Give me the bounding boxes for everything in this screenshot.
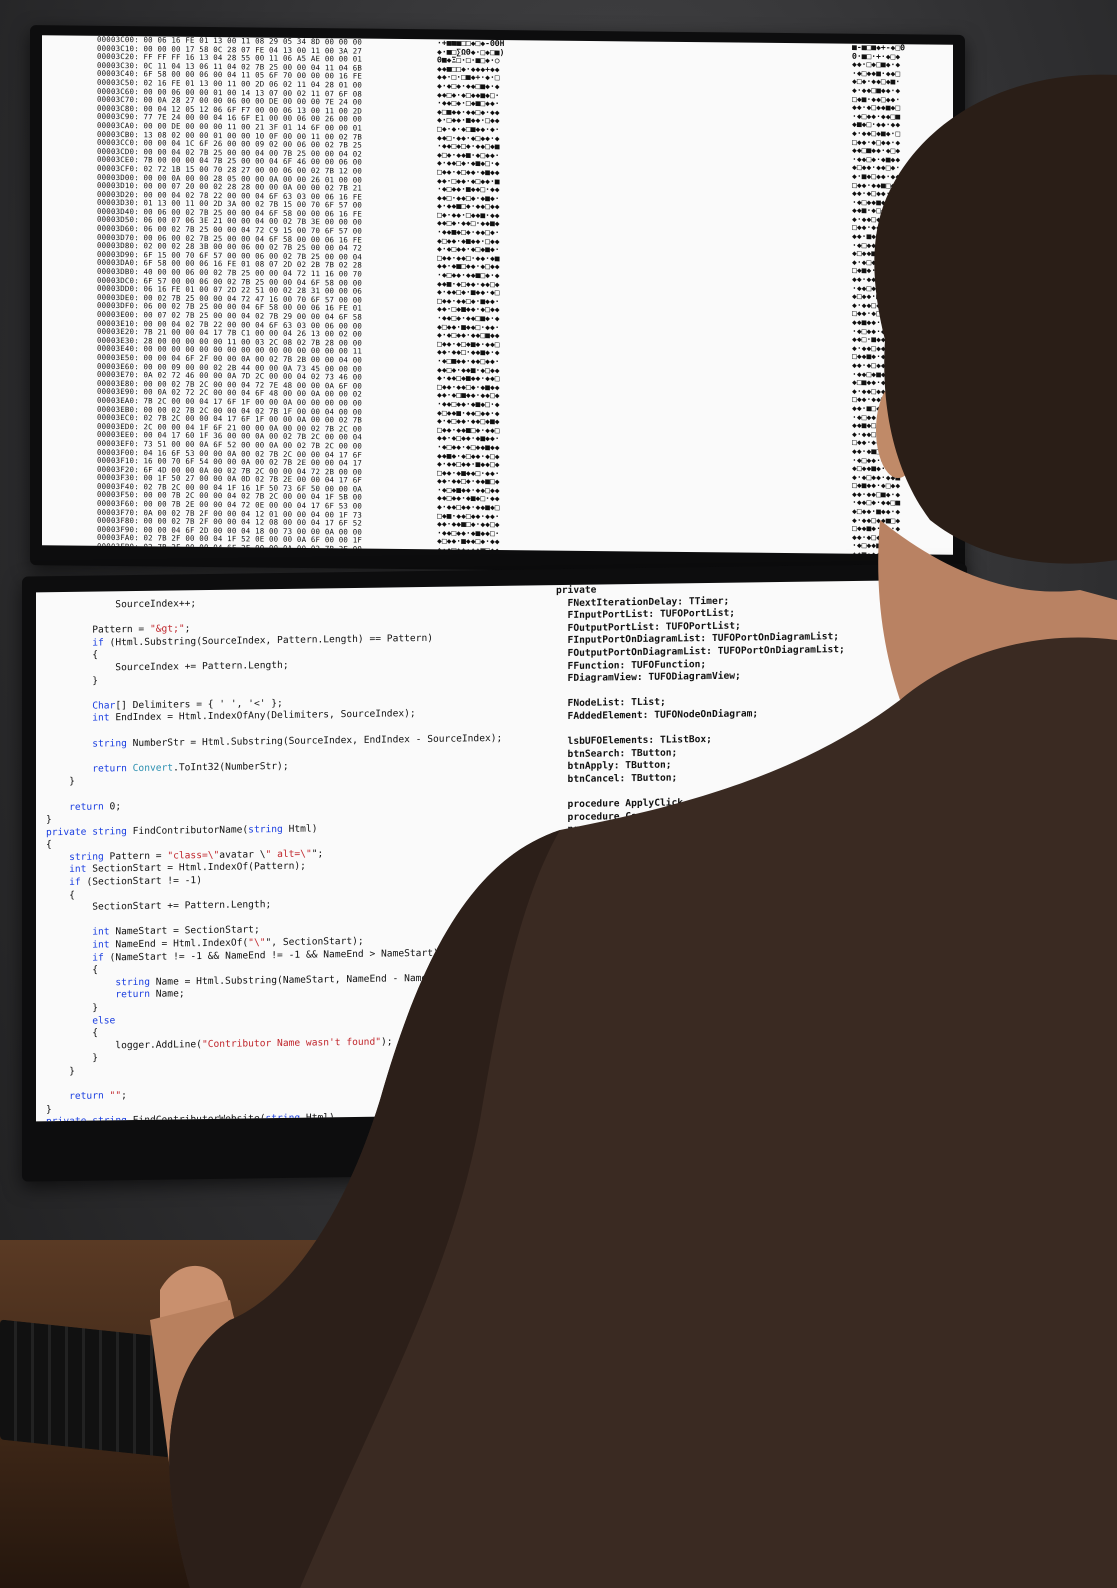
ascii-column-left: ·+■■■□□◆□◆-ΘΘH ◆·■□∑ΩΘ◆·□◆□■) Θ■◆Ξ□·□·■□◆·… xyxy=(437,38,547,555)
ascii-column-right: ■-■□■◆+-◆□Θ Θ·■□·+·◆□◆ ◆◆·□◆□■◆·◆ ·◆□◆◆■·◆◆… xyxy=(852,43,942,555)
top-monitor-screen: 00003C00: 00 06 16 FE 01 13 00 11 08 29 … xyxy=(42,35,953,555)
bottom-monitor-screen: SourceIndex++; Pattern = "&gt;"; if (Htm… xyxy=(36,579,957,1122)
hex-line: 00003FC0: 72 25 17 00 70 6F 50 00 00 0A … xyxy=(97,550,477,554)
csharp-code: SourceIndex++; Pattern = "&gt;"; if (Htm… xyxy=(46,593,566,1121)
hex-dump: 00003C00: 00 06 16 FE 01 13 00 11 08 29 … xyxy=(97,35,477,555)
delphi-code: private FNextIterationDelay: TTimer; FIn… xyxy=(556,580,957,888)
bottom-monitor: SourceIndex++; Pattern = "&gt;"; if (Htm… xyxy=(22,563,967,1182)
ascii-b-line: ◆◆■·◆◆□◆◆· xyxy=(852,549,901,555)
photo-scene: 00003C00: 00 06 16 FE 01 13 00 11 08 29 … xyxy=(0,0,1117,1588)
ascii-a-line: ◆·◆□◆◆·◆◆■□◆◆ xyxy=(437,545,500,555)
keyboard xyxy=(0,1319,200,1461)
top-monitor: 00003C00: 00 06 16 FE 01 13 00 11 08 29 … xyxy=(30,25,965,575)
